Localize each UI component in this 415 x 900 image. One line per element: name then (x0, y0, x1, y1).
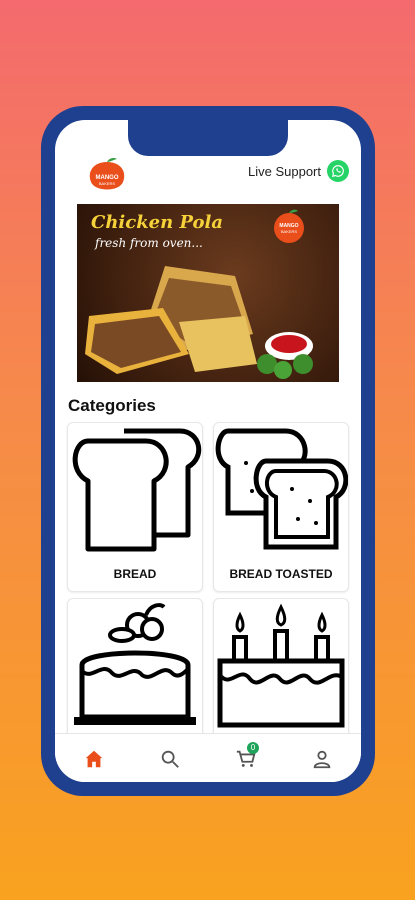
app-screen: MANGO BAKERS Live Support Chicken Pola f… (55, 120, 361, 782)
bread-icon (72, 428, 202, 552)
nav-search[interactable] (159, 748, 181, 770)
phone-frame: MANGO BAKERS Live Support Chicken Pola f… (41, 106, 375, 796)
live-support-link[interactable]: Live Support (248, 160, 349, 182)
svg-text:BAKERS: BAKERS (99, 181, 116, 186)
categories-heading: Categories (68, 396, 156, 415)
home-icon (85, 750, 103, 768)
whatsapp-icon[interactable] (327, 160, 349, 182)
profile-icon (313, 750, 331, 769)
nav-cart[interactable]: 0 (235, 742, 259, 770)
banner-food-illustration: MANGO BAKERS (85, 209, 313, 379)
category-label: BREAD TOASTED (229, 567, 333, 581)
promo-banner[interactable]: Chicken Pola fresh from oven... MANGO BA… (77, 204, 339, 382)
brand-logo[interactable]: MANGO BAKERS (85, 156, 129, 196)
category-label: BREAD (113, 567, 157, 581)
birthday-cake-icon (217, 603, 345, 728)
bottom-navigation: 0 (55, 733, 361, 782)
toasted-bread-icon (215, 428, 348, 550)
svg-text:BAKERS: BAKERS (281, 229, 298, 234)
category-card-bread-toasted[interactable]: BREAD TOASTED (213, 422, 349, 592)
cart-count-badge: 0 (247, 742, 259, 754)
cake-icon (74, 603, 196, 725)
search-icon (161, 750, 179, 768)
nav-home[interactable] (83, 748, 105, 770)
category-card-bread[interactable]: BREAD (67, 422, 203, 592)
app-header: MANGO BAKERS Live Support (55, 148, 361, 194)
live-support-label: Live Support (248, 163, 321, 179)
nav-profile[interactable] (311, 748, 333, 770)
